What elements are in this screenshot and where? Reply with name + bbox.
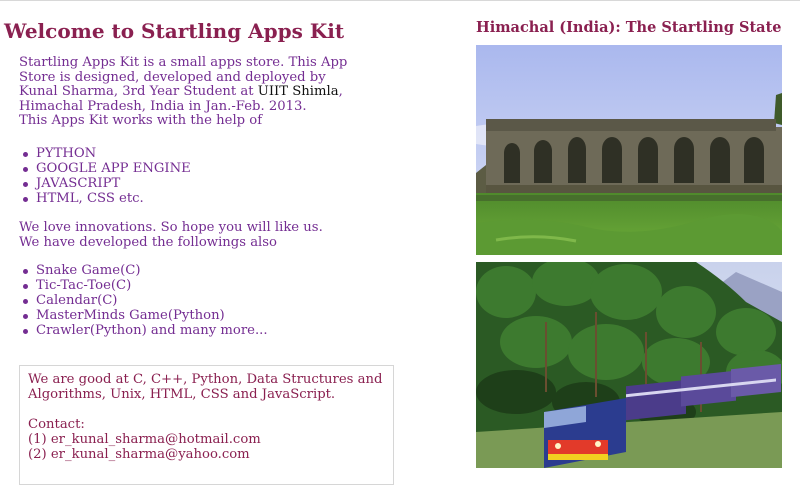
innovation-paragraph: We love innovations. So hope you will li… <box>19 220 379 251</box>
list-item: Tic-Tac-Toe(C) <box>20 278 268 294</box>
list-item: Crawler(Python) and many more... <box>20 323 268 339</box>
email-yahoo: (2) er_kunal_sharma@yahoo.com <box>28 446 250 462</box>
list-item: JAVASCRIPT <box>20 176 191 192</box>
list-item: GOOGLE APP ENGINE <box>20 161 191 177</box>
innovation-line-1: We love innovations. So hope you will li… <box>19 220 323 235</box>
intro-line-2: This Apps Kit works with the help of <box>19 113 263 129</box>
top-divider <box>0 0 800 1</box>
contact-label: Contact: <box>28 416 85 432</box>
list-item: HTML, CSS etc. <box>20 191 191 207</box>
list-item: Snake Game(C) <box>20 263 268 279</box>
email-hotmail: (1) er_kunal_sharma@hotmail.com <box>28 431 261 447</box>
skills-text: We are good at C, C++, Python, Data Stru… <box>28 372 383 402</box>
list-item: PYTHON <box>20 146 191 162</box>
page-title: Welcome to Startling Apps Kit <box>4 19 345 43</box>
uiit-shimla-link[interactable]: UIIT Shimla <box>258 84 339 99</box>
ruins-photo <box>476 45 782 255</box>
apps-list: Snake Game(C) Tic-Tac-Toe(C) Calendar(C)… <box>20 263 268 339</box>
train-photo <box>476 262 782 468</box>
list-item: Calendar(C) <box>20 293 268 309</box>
list-item: MasterMinds Game(Python) <box>20 308 268 324</box>
contact-box: We are good at C, C++, Python, Data Stru… <box>19 365 394 485</box>
technology-list: PYTHON GOOGLE APP ENGINE JAVASCRIPT HTML… <box>20 146 191 207</box>
intro-paragraph: Startling Apps Kit is a small apps store… <box>19 55 364 129</box>
sidebar-title: Himachal (India): The Startling State <box>476 19 782 36</box>
innovation-line-2: We have developed the followings also <box>19 234 277 250</box>
